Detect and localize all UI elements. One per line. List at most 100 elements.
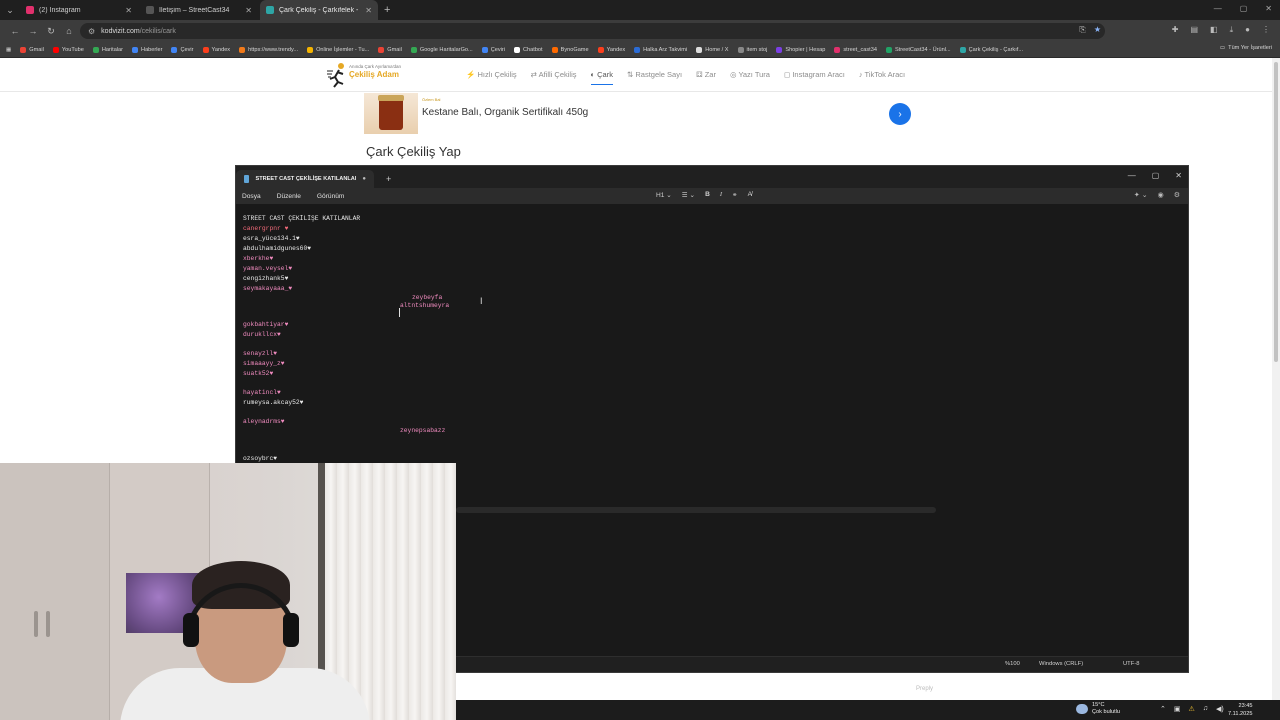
tab-search-icon[interactable]: ⌄ [0, 0, 20, 20]
ad-arrow-button[interactable]: › [889, 103, 911, 125]
forward-icon[interactable]: → [24, 26, 42, 36]
bookmark-item[interactable]: Online İşlemler - Tu... [307, 46, 369, 53]
bookmark-item[interactable]: item stoj [737, 46, 767, 53]
nav-afilli-cekilis[interactable]: ⇄ Afilli Çekiliş [531, 70, 577, 85]
tab-close-icon[interactable]: ✕ [365, 6, 372, 15]
bookmark-favicon-icon [776, 46, 783, 53]
extension-icon[interactable]: ◧ [1210, 25, 1218, 35]
bookmark-item[interactable]: Gmail [378, 46, 402, 53]
site-nav-links: ⚡ Hızlı Çekiliş ⇄ Afilli Çekiliş ◐ Çark … [466, 70, 905, 85]
nav-hizli-cekilis[interactable]: ⚡ Hızlı Çekiliş [466, 70, 517, 85]
bookmark-item[interactable]: Çark Çekiliş - Çarkıf... [959, 46, 1023, 53]
back-icon[interactable]: ← [6, 26, 24, 36]
address-bar[interactable]: ⚙ kodvizit.com/cekilis/cark ⎘ ★ [80, 23, 1105, 39]
apps-icon[interactable]: ▦ [6, 47, 11, 53]
bold-button[interactable]: B [705, 191, 710, 199]
menu-icon[interactable]: ⋮ [1262, 25, 1270, 35]
minimize-icon[interactable]: — [1128, 171, 1136, 180]
maximize-icon[interactable]: ▢ [1240, 4, 1248, 13]
unsaved-dot-icon[interactable]: ● [362, 176, 366, 182]
browser-tab-active[interactable]: Çark Çekiliş - Çarkıfelek - Hızlı Ç ✕ [260, 0, 378, 20]
home-icon[interactable]: ⌂ [60, 26, 78, 36]
menu-dosya[interactable]: Dosya [242, 193, 261, 200]
notepad-tab[interactable]: STREET CAST ÇEKİLİŞE KATILANLAI ● [236, 170, 374, 188]
weather-widget[interactable]: 15°C Çok bulutlu [1076, 702, 1120, 716]
tray-chevron-icon[interactable]: ⌃ [1160, 705, 1166, 713]
bookmark-item[interactable]: BynoGame [551, 46, 589, 53]
italic-button[interactable]: I [720, 191, 722, 199]
settings-gear-icon[interactable]: ⚙ [1174, 191, 1180, 199]
bookmark-item[interactable]: https://www.trendy... [239, 46, 298, 53]
bookmark-item[interactable]: YouTube [52, 46, 84, 53]
browser-tab[interactable]: (2) Instagram ✕ [20, 0, 138, 20]
bookmark-star-icon[interactable]: ★ [1094, 25, 1101, 35]
close-icon[interactable]: ✕ [1175, 171, 1182, 180]
nav-yazi-tura[interactable]: ◎ Yazı Tura [730, 70, 770, 85]
browser-tab[interactable]: İletişim – StreetCast34 ✕ [140, 0, 258, 20]
link-icon[interactable]: ⚭ [732, 191, 738, 199]
horizontal-scrollbar[interactable] [456, 507, 936, 513]
site-logo[interactable]: Anında Çark Ayırlama'dan Çekiliş Adam [327, 62, 407, 88]
bookmark-item[interactable]: Çeviri [481, 46, 505, 53]
downloads-icon[interactable]: ⤓ [1230, 25, 1234, 35]
tab-close-icon[interactable]: ✕ [125, 6, 132, 15]
network-icon[interactable]: ▣ [1174, 705, 1181, 713]
list-dropdown-icon[interactable]: ☰ ⌄ [682, 191, 695, 199]
reload-icon[interactable]: ↻ [42, 26, 60, 37]
bookmark-label: Çark Çekiliş - Çarkıf... [968, 46, 1023, 53]
encoding[interactable]: UTF-8 [1123, 661, 1139, 667]
bookmark-item[interactable]: Çevir [171, 46, 194, 53]
bookmark-item[interactable]: Gmail [20, 46, 44, 53]
bookmark-item[interactable]: StreetCast34 - Ürünl... [885, 46, 951, 53]
maximize-icon[interactable]: ▢ [1152, 171, 1160, 180]
bookmark-item[interactable]: Yandex [597, 46, 625, 53]
nav-instagram-araci[interactable]: ◻ Instagram Aracı [784, 70, 845, 85]
warning-icon[interactable]: ⚠ [1189, 705, 1195, 713]
menu-duzenle[interactable]: Düzenle [277, 193, 301, 200]
bookmark-item[interactable]: Haberler [132, 46, 162, 53]
participant-line: gokbahtiyar♥ [243, 321, 289, 328]
notepad-tab-title: STREET CAST ÇEKİLİŞE KATILANLAI [255, 176, 357, 182]
bookmark-item[interactable]: Chatbot [514, 46, 543, 53]
extensions-icon[interactable]: ✚ [1172, 25, 1179, 35]
bookmark-item[interactable]: Haritalar [92, 46, 123, 53]
minimize-icon[interactable]: — [1214, 4, 1222, 13]
zoom-level[interactable]: %100 [1005, 661, 1020, 667]
nav-zar[interactable]: ⚃ Zar [696, 70, 716, 85]
bookmark-item[interactable]: Shopier | Hesap [776, 46, 825, 53]
bookmark-item[interactable]: Yandex [202, 46, 230, 53]
mic-icon[interactable]: ♫ [1203, 705, 1208, 713]
all-bookmarks-folder[interactable]: ▭ Tüm Yer İşaretleri [1220, 45, 1272, 51]
menu-gorunum[interactable]: Görünüm [317, 193, 345, 200]
bookmark-item[interactable]: Google HaritalarGo... [410, 46, 473, 53]
new-tab-icon[interactable]: + [384, 4, 390, 16]
nav-tiktok-araci[interactable]: ♪ TikTok Aracı [859, 70, 905, 85]
nav-cark[interactable]: ◐ Çark [590, 70, 613, 85]
account-avatar[interactable]: ◉ [1158, 191, 1164, 199]
reading-list-icon[interactable]: ▤ [1190, 25, 1198, 35]
participant-line: zeybeyfa [412, 294, 443, 301]
nav-rastgele-sayi[interactable]: ⇅ Rastgele Sayı [627, 70, 682, 85]
product-ad[interactable]: Özlem Bal Kestane Balı, Organik Sertifik… [364, 93, 912, 135]
bookmark-item[interactable]: Halka Arz Takvimi [634, 46, 687, 53]
tab-close-icon[interactable]: ✕ [245, 6, 252, 15]
notepad-right-actions: ✦ ⌄ ◉ ⚙ [1134, 191, 1180, 199]
install-icon[interactable]: ⎘ [1079, 25, 1085, 35]
volume-icon[interactable]: ◀) [1216, 705, 1224, 713]
logo-tagline: Anında Çark Ayırlama'dan [349, 64, 402, 69]
site-info-icon[interactable]: ⚙ [88, 27, 95, 36]
copilot-icon[interactable]: ✦ ⌄ [1134, 191, 1148, 199]
bookmark-label: Google HaritalarGo... [419, 46, 473, 53]
new-tab-icon[interactable]: + [386, 174, 391, 184]
line-ending[interactable]: Windows (CRLF) [1039, 661, 1083, 667]
close-icon[interactable]: ✕ [1265, 4, 1272, 13]
bookmark-item[interactable]: street_cast34 [834, 46, 877, 53]
bookmark-item[interactable]: Home / X [696, 46, 729, 53]
bookmark-label: Chatbot [523, 46, 543, 53]
clear-format-icon[interactable]: A̸ [748, 191, 752, 199]
profile-avatar[interactable]: ● [1245, 25, 1250, 35]
heading-dropdown[interactable]: H1 ⌄ [656, 191, 672, 199]
page-scrollbar[interactable] [1272, 58, 1280, 720]
taskbar-clock[interactable]: 23:45 7.11.2025 [1228, 702, 1252, 718]
scrollbar-thumb[interactable] [1274, 62, 1278, 362]
